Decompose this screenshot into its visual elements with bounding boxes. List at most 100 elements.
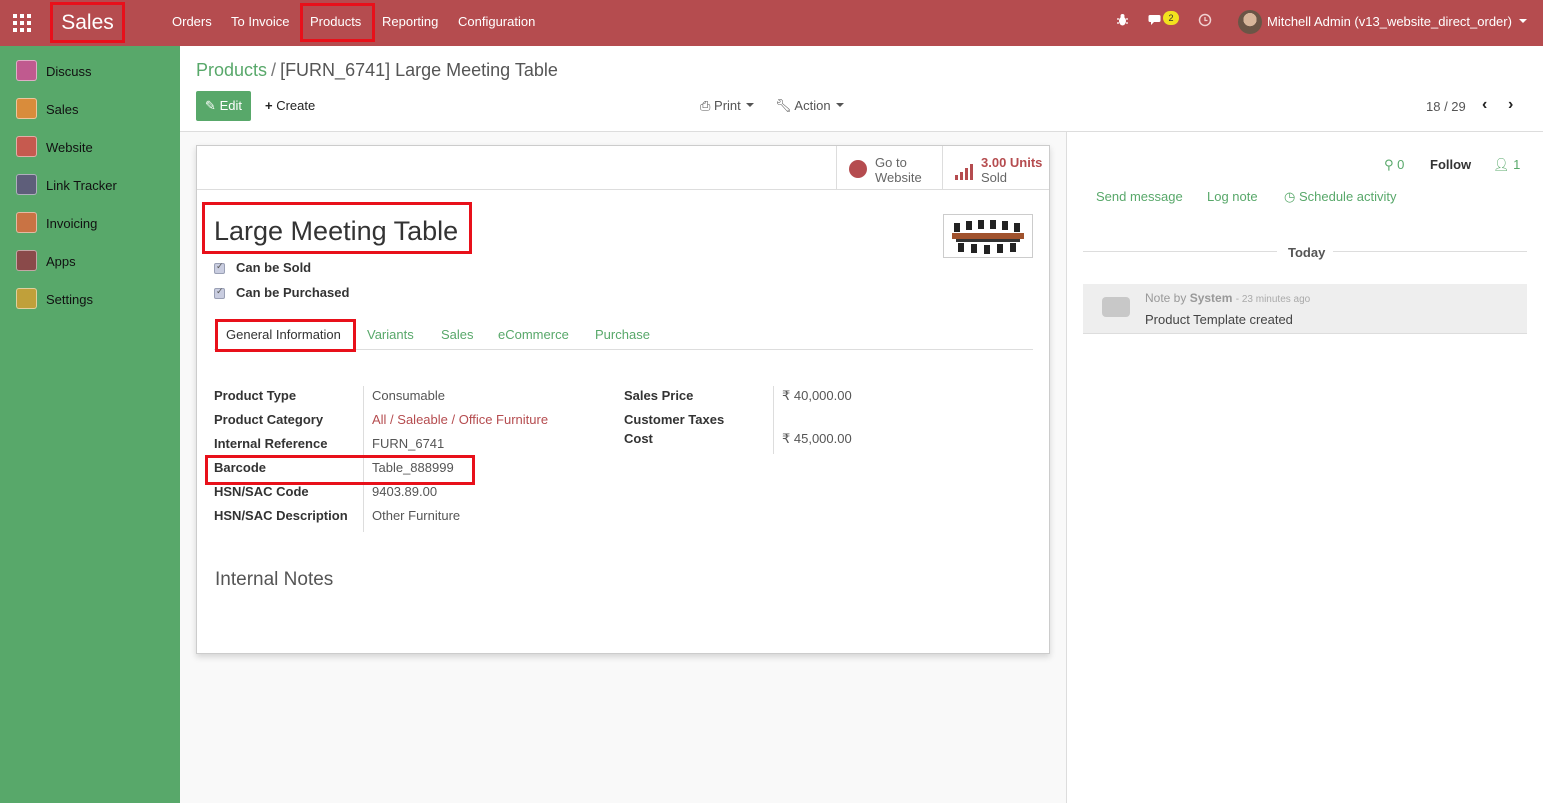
hsn-description-label: HSN/SAC Description	[214, 508, 348, 523]
user-menu-name[interactable]: Mitchell Admin (v13_website_direct_order…	[1267, 14, 1512, 29]
sidebar-item-label: Settings	[46, 292, 93, 307]
sidebar-item-label: Invoicing	[46, 216, 98, 231]
hsn-code-value[interactable]: 9403.89.00	[372, 484, 437, 499]
app-brand: Sales	[50, 2, 125, 43]
signal-bars-icon	[955, 164, 975, 180]
message-meta: Note by System - 23 minutes ago	[1145, 291, 1310, 305]
stat-button-box: Go to Website 3.00 Units Sold	[197, 146, 1049, 190]
gear-icon	[16, 288, 37, 309]
note-timestamp: - 23 minutes ago	[1235, 294, 1311, 305]
hsn-description-value[interactable]: Other Furniture	[372, 508, 460, 523]
menu-orders[interactable]: Orders	[172, 14, 212, 29]
menu-configuration[interactable]: Configuration	[458, 14, 535, 29]
sidebar-item-website[interactable]: Website	[0, 130, 180, 168]
messages-icon[interactable]	[1148, 13, 1164, 30]
log-note-button[interactable]: Log note	[1207, 189, 1258, 204]
create-button[interactable]: + Create	[265, 98, 315, 113]
link-icon	[16, 174, 37, 195]
user-avatar[interactable]	[1238, 10, 1262, 34]
chatter-message: Note by System - 23 minutes ago Product …	[1083, 284, 1527, 334]
followers-count: 1	[1513, 157, 1521, 172]
clock-icon: ◷	[1284, 189, 1296, 204]
print-label: Print	[714, 98, 741, 113]
attachments-counter[interactable]: ⚲ 0	[1384, 157, 1404, 173]
note-prefix: Note by	[1145, 291, 1187, 305]
user-icon: 👤︎	[1493, 157, 1510, 172]
sidebar-item-settings[interactable]: Settings	[0, 282, 180, 320]
cost-value[interactable]: ₹ 45,000.00	[782, 431, 852, 447]
internal-reference-value[interactable]: FURN_6741	[372, 436, 444, 451]
go-to-website-button[interactable]: Go to Website	[836, 146, 942, 190]
paperclip-icon: ⚲	[1384, 157, 1394, 172]
action-dropdown[interactable]: 🔧︎ Action	[775, 98, 844, 114]
printer-icon: ⎙	[700, 98, 711, 113]
sidebar-item-label: Website	[46, 140, 93, 155]
apps-menu-icon[interactable]	[13, 14, 31, 32]
pager-value[interactable]: 18 / 29	[1426, 99, 1466, 114]
product-image[interactable]	[943, 214, 1033, 258]
sidebar-item-label: Link Tracker	[46, 178, 117, 193]
send-message-button[interactable]: Send message	[1096, 189, 1183, 204]
pager-next-icon[interactable]: ›	[1508, 96, 1513, 114]
can-be-purchased-label: Can be Purchased	[236, 285, 350, 300]
activity-clock-icon[interactable]	[1198, 13, 1212, 30]
camera-avatar-icon	[1102, 297, 1130, 317]
tab-sales[interactable]: Sales	[441, 327, 474, 342]
note-author[interactable]: System	[1190, 291, 1233, 305]
menu-to-invoice[interactable]: To Invoice	[231, 14, 290, 29]
sidebar-item-apps[interactable]: Apps	[0, 244, 180, 282]
product-form-sheet: Go to Website 3.00 Units Sold Large Meet…	[196, 145, 1050, 654]
pager-previous-icon[interactable]: ‹	[1482, 96, 1487, 114]
tab-ecommerce[interactable]: eCommerce	[498, 327, 569, 342]
can-be-purchased-checkbox[interactable]	[214, 286, 225, 299]
product-name[interactable]: Large Meeting Table	[214, 216, 458, 247]
sidebar-item-discuss[interactable]: Discuss	[0, 54, 180, 92]
can-be-sold-checkbox[interactable]	[214, 261, 225, 274]
breadcrumb-separator: /	[271, 60, 277, 80]
message-body: Product Template created	[1145, 312, 1293, 327]
breadcrumb-products-link[interactable]: Products	[196, 60, 267, 80]
messages-count-badge: 2	[1163, 11, 1179, 25]
breadcrumb: Products / [FURN_6741] Large Meeting Table	[196, 60, 558, 81]
barcode-value[interactable]: Table_888999	[372, 460, 454, 475]
website-globe-icon	[16, 136, 37, 157]
internal-reference-label: Internal Reference	[214, 436, 328, 451]
sidebar-item-link-tracker[interactable]: Link Tracker	[0, 168, 180, 206]
schedule-activity-button[interactable]: ◷ Schedule activity	[1284, 189, 1397, 205]
top-navbar: Sales Orders To Invoice Products Reporti…	[0, 0, 1543, 46]
sidebar-item-label: Apps	[46, 254, 76, 269]
schedule-activity-label: Schedule activity	[1298, 189, 1397, 204]
edit-button[interactable]: ✎ Edit	[196, 91, 251, 121]
sales-price-label: Sales Price	[624, 388, 694, 403]
chevron-down-icon[interactable]	[1519, 19, 1527, 23]
sales-price-value[interactable]: ₹ 40,000.00	[782, 388, 852, 404]
apps-icon	[16, 250, 37, 271]
internal-notes-title: Internal Notes	[215, 569, 334, 590]
sidebar-item-label: Discuss	[46, 64, 92, 79]
globe-icon	[849, 160, 867, 178]
sidebar-item-sales[interactable]: Sales	[0, 92, 180, 130]
sidebar-item-invoicing[interactable]: Invoicing	[0, 206, 180, 244]
tab-purchase[interactable]: Purchase	[595, 327, 650, 342]
app-sidebar: Discuss Sales Website Link Tracker Invoi…	[0, 46, 180, 803]
units-sold-label: Sold	[981, 170, 1008, 185]
chatter-panel	[1066, 132, 1543, 803]
followers-counter[interactable]: 👤︎ 1	[1493, 157, 1520, 173]
caret-down-icon	[745, 103, 754, 107]
right-column-divider	[773, 386, 774, 454]
can-be-sold-label: Can be Sold	[236, 260, 312, 275]
tab-variants[interactable]: Variants	[367, 327, 414, 342]
website-button-line2: Website	[875, 170, 922, 185]
product-category-link[interactable]: All / Saleable / Office Furniture	[372, 412, 548, 427]
units-sold-button[interactable]: 3.00 Units Sold	[942, 146, 1049, 190]
menu-products[interactable]: Products	[310, 14, 361, 29]
product-type-value[interactable]: Consumable	[372, 388, 445, 403]
follow-button[interactable]: Follow	[1430, 157, 1471, 172]
debug-bug-icon[interactable]	[1116, 13, 1129, 30]
customer-taxes-label: Customer Taxes	[624, 412, 725, 427]
barcode-label: Barcode	[214, 460, 267, 475]
units-sold-value: 3.00 Units	[981, 155, 1043, 170]
menu-reporting[interactable]: Reporting	[382, 14, 438, 29]
tab-general-information[interactable]: General Information	[226, 327, 341, 342]
print-dropdown[interactable]: ⎙ Print	[700, 98, 754, 114]
